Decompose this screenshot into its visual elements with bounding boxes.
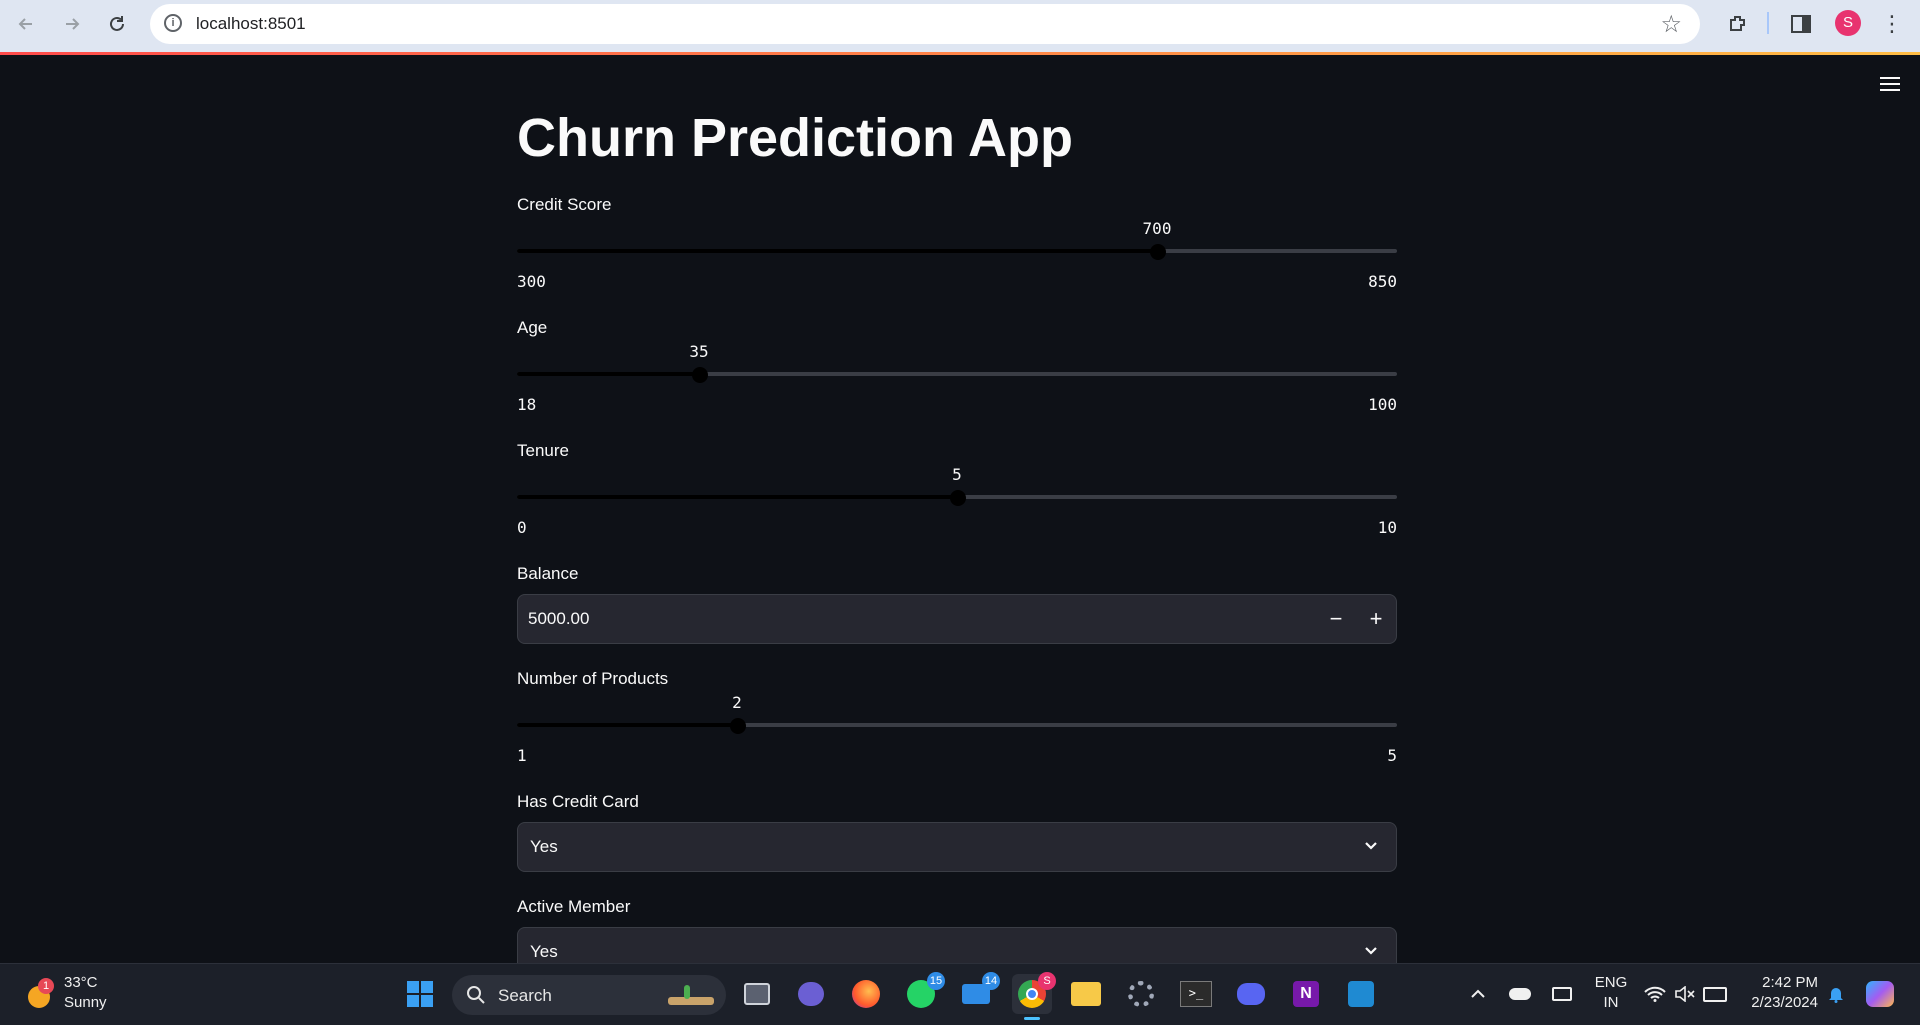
has-credit-card-select[interactable]: Yes xyxy=(517,822,1397,872)
url-text: localhost:8501 xyxy=(196,14,306,33)
address-bar[interactable]: i localhost:8501 ☆ xyxy=(150,4,1700,44)
credit-score-label: Credit Score xyxy=(517,195,612,214)
num-products-label: Number of Products xyxy=(517,669,669,688)
back-arrow-icon xyxy=(18,18,32,30)
increment-button[interactable]: + xyxy=(1360,603,1392,635)
slider-max: 850 xyxy=(1368,272,1397,291)
firefox-icon[interactable] xyxy=(846,974,886,1014)
task-view-icon[interactable] xyxy=(737,974,777,1014)
slider-max: 5 xyxy=(1387,746,1397,765)
balance-input[interactable]: 5000.00 − + xyxy=(517,594,1397,644)
toolbar-divider xyxy=(1767,12,1769,34)
slider-thumb[interactable] xyxy=(692,367,708,383)
back-button[interactable] xyxy=(10,8,42,40)
mail-icon[interactable]: 14 xyxy=(956,972,1000,1014)
num-products-slider[interactable]: 2 1 5 xyxy=(517,691,1397,765)
slider-fill xyxy=(517,372,699,376)
language-line1[interactable]: ENG xyxy=(1592,974,1630,991)
browser-toolbar: i localhost:8501 ☆ S ⋮ xyxy=(0,0,1920,52)
select-value: Yes xyxy=(530,942,558,961)
discord-icon[interactable] xyxy=(1231,974,1271,1014)
search-icon xyxy=(467,986,485,1004)
onenote-icon[interactable]: N xyxy=(1286,974,1326,1014)
active-app-indicator xyxy=(1024,1017,1040,1020)
slider-value: 35 xyxy=(689,342,709,361)
balance-value[interactable]: 5000.00 xyxy=(528,609,589,629)
wifi-icon[interactable] xyxy=(1640,974,1670,1014)
slider-thumb[interactable] xyxy=(950,490,966,506)
app-body: Churn Prediction App Credit Score 700 30… xyxy=(0,55,1920,977)
copilot-icon[interactable] xyxy=(1860,974,1900,1014)
show-hidden-icons-button[interactable] xyxy=(1462,974,1494,1014)
slider-thumb[interactable] xyxy=(1150,244,1166,260)
slider-min: 300 xyxy=(517,272,546,291)
site-info-icon[interactable]: i xyxy=(164,14,182,32)
slider-min: 1 xyxy=(517,746,527,765)
credit-score-slider[interactable]: 700 300 850 xyxy=(517,217,1397,291)
volume-muted-icon[interactable] xyxy=(1670,974,1700,1014)
chevron-down-icon xyxy=(1365,842,1377,850)
chrome-profile-badge: S xyxy=(1038,972,1056,990)
weather-alert-badge: 1 xyxy=(38,978,54,994)
bookmark-star-icon[interactable]: ☆ xyxy=(1660,10,1682,39)
tenure-slider[interactable]: 5 0 10 xyxy=(517,463,1397,537)
clock-time[interactable]: 2:42 PM xyxy=(1738,974,1818,991)
chrome-icon[interactable]: S xyxy=(1012,972,1056,1020)
age-slider[interactable]: 35 18 100 xyxy=(517,340,1397,414)
decrement-button[interactable]: − xyxy=(1320,603,1352,635)
profile-avatar[interactable]: S xyxy=(1835,10,1861,36)
weather-widget[interactable]: 1 xyxy=(24,978,58,1012)
forward-arrow-icon xyxy=(66,18,80,30)
slider-max: 10 xyxy=(1377,518,1397,537)
battery-icon[interactable] xyxy=(1700,974,1730,1014)
tenure-label: Tenure xyxy=(517,441,569,460)
has-credit-card-label: Has Credit Card xyxy=(517,792,639,811)
settings-icon[interactable] xyxy=(1121,974,1161,1014)
taskbar-search[interactable]: Search xyxy=(452,975,726,1015)
mail-badge: 14 xyxy=(982,972,1000,990)
clock-date[interactable]: 2/23/2024 xyxy=(1738,994,1818,1011)
touch-keyboard-icon[interactable] xyxy=(1546,974,1578,1014)
slider-thumb[interactable] xyxy=(730,718,746,734)
slider-value: 700 xyxy=(1142,219,1172,238)
start-button[interactable] xyxy=(400,974,440,1014)
age-label: Age xyxy=(517,318,548,337)
windows-logo-icon xyxy=(407,981,433,1007)
whatsapp-icon[interactable]: 15 xyxy=(901,972,945,1014)
slider-value: 5 xyxy=(952,465,962,484)
weather-temp: 33°C xyxy=(64,974,98,991)
terminal-icon[interactable]: >_ xyxy=(1176,974,1216,1014)
side-panel-icon[interactable] xyxy=(1785,8,1817,40)
chevron-down-icon xyxy=(1365,947,1377,955)
notification-bell-icon[interactable] xyxy=(1822,974,1850,1014)
slider-min: 0 xyxy=(517,518,527,537)
reload-icon xyxy=(110,16,124,31)
slider-min: 18 xyxy=(517,395,537,414)
onedrive-icon[interactable] xyxy=(1504,974,1536,1014)
search-highlight-icon xyxy=(664,983,718,1009)
extensions-icon[interactable] xyxy=(1722,8,1754,40)
chrome-menu-icon[interactable]: ⋮ xyxy=(1876,8,1908,40)
vscode-icon[interactable] xyxy=(1341,974,1381,1014)
language-line2[interactable]: IN xyxy=(1592,994,1630,1011)
slider-fill xyxy=(517,249,1157,253)
forward-button[interactable] xyxy=(56,8,88,40)
main-menu-icon[interactable] xyxy=(1880,77,1900,93)
search-label: Search xyxy=(498,986,552,1005)
chevron-up-icon xyxy=(1471,989,1485,998)
active-member-label: Active Member xyxy=(517,897,631,916)
slider-fill xyxy=(517,723,737,727)
balance-label: Balance xyxy=(517,564,579,583)
slider-fill xyxy=(517,495,957,499)
page-title: Churn Prediction App xyxy=(517,108,1073,168)
taskbar: 1 33°C Sunny Search 15 14 S >_ N ENG IN … xyxy=(0,963,1920,1025)
whatsapp-badge: 15 xyxy=(927,972,945,990)
select-value: Yes xyxy=(530,837,558,856)
weather-condition: Sunny xyxy=(64,994,107,1011)
slider-value: 2 xyxy=(732,693,742,712)
teams-chat-icon[interactable] xyxy=(791,974,831,1014)
slider-max: 100 xyxy=(1368,395,1397,414)
file-explorer-icon[interactable] xyxy=(1066,974,1106,1014)
reload-button[interactable] xyxy=(101,8,133,40)
